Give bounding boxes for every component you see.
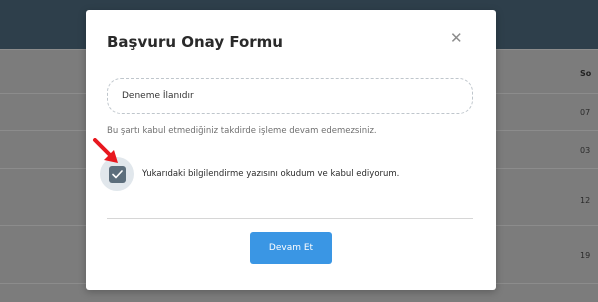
- modal-title: Başvuru Onay Formu: [107, 33, 283, 51]
- table-cell: 19: [580, 251, 591, 260]
- table-cell: 07: [580, 108, 591, 117]
- listing-name-value: Deneme İlanıdır: [122, 91, 194, 101]
- application-approval-modal: Başvuru Onay Formu ✕ Deneme İlanıdır Bu …: [86, 10, 496, 290]
- checkbox-box: [108, 165, 126, 183]
- table-cell: 03: [580, 146, 591, 155]
- table-header-cell: So: [580, 69, 592, 78]
- terms-checkbox-label[interactable]: Yukarıdaki bilgilendirme yazısını okudum…: [142, 169, 399, 179]
- terms-warning-text: Bu şartı kabul etmediğiniz takdirde işle…: [107, 126, 377, 136]
- continue-button[interactable]: Devam Et: [250, 232, 332, 264]
- table-cell: 12: [580, 196, 591, 205]
- listing-name-field[interactable]: Deneme İlanıdır: [107, 78, 473, 114]
- check-icon: [111, 169, 123, 178]
- divider: [107, 218, 473, 219]
- red-arrow-icon: [93, 138, 118, 163]
- close-icon[interactable]: ✕: [450, 31, 463, 46]
